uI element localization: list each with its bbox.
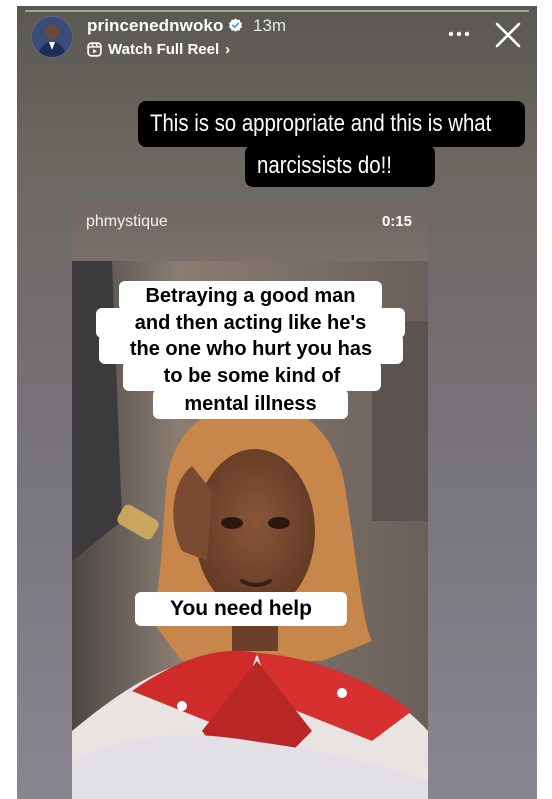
reel-bottom-text: You need help	[135, 592, 347, 626]
verified-badge-icon	[228, 18, 243, 32]
story-header: princenednwoko 13m Watch Full Reel ›	[17, 6, 537, 66]
reel-overlay-text-line: Betraying a good man	[119, 281, 382, 311]
reel-overlay-text-line: the one who hurt you has	[99, 334, 403, 364]
reel-username[interactable]: phmystique	[86, 213, 168, 231]
story-caption-line-1: This is so appropriate and this is what	[138, 101, 525, 147]
story-username[interactable]: princenednwoko	[87, 16, 223, 36]
reels-icon	[87, 41, 102, 57]
story-viewer: princenednwoko 13m Watch Full Reel › Thi…	[17, 6, 537, 799]
reel-header: phmystique 0:15	[72, 199, 428, 261]
avatar[interactable]	[31, 16, 73, 58]
story-timestamp: 13m	[253, 16, 287, 35]
more-options-icon[interactable]	[447, 24, 471, 44]
watch-full-reel-link[interactable]: Watch Full Reel ›	[87, 39, 230, 59]
reel-duration: 0:15	[381, 213, 412, 230]
shared-reel-card[interactable]: phmystique 0:15 Betraying a good man and…	[72, 199, 428, 799]
watch-full-reel-label: Watch Full Reel	[108, 40, 220, 58]
story-caption-line-2: narcissists do!!	[245, 145, 435, 187]
close-icon[interactable]	[495, 22, 521, 48]
reel-overlay-text-line: mental illness	[153, 389, 348, 419]
chevron-right-icon: ›	[225, 40, 231, 58]
reel-overlay-text-line: to be some kind of	[123, 361, 381, 391]
